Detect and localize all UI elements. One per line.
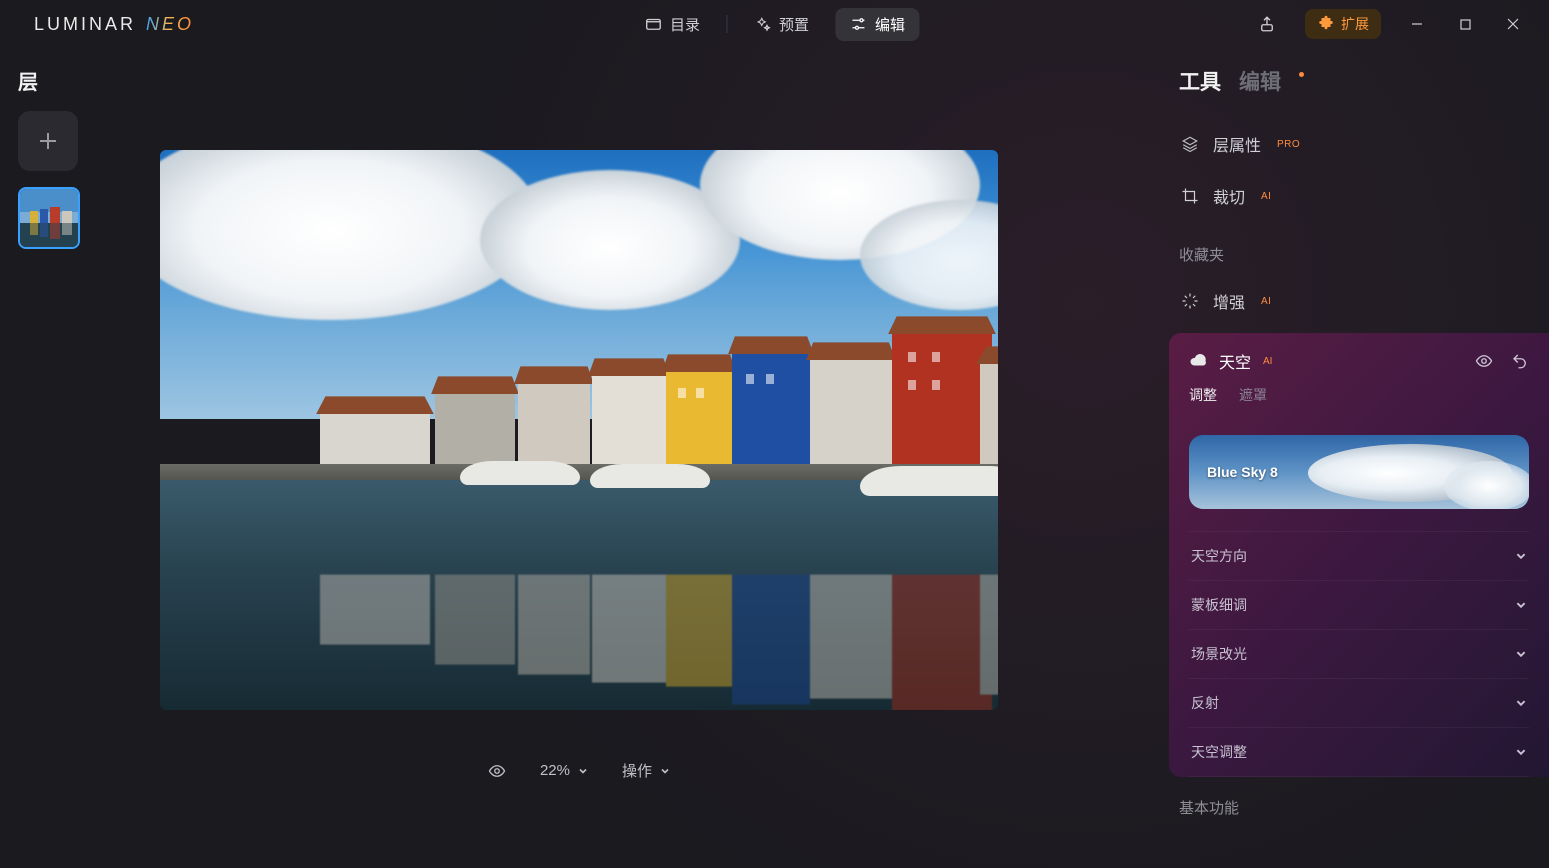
- window-controls: 扩展: [1245, 7, 1535, 41]
- close-icon: [1507, 18, 1519, 30]
- plus-icon: [36, 129, 60, 153]
- tool-enhance[interactable]: 增强 AI: [1179, 275, 1529, 327]
- tab-edit-label: 编辑: [875, 14, 905, 35]
- actions-label: 操作: [622, 760, 652, 781]
- crop-icon: [1181, 187, 1199, 205]
- tool-layer-properties[interactable]: 层属性 PRO: [1179, 118, 1529, 170]
- chevron-down-icon: [1515, 697, 1527, 709]
- tool-sky-label: 天空: [1219, 349, 1251, 373]
- maximize-button[interactable]: [1443, 7, 1487, 41]
- sky-acc-adjust-label: 天空调整: [1191, 742, 1247, 762]
- tool-enhance-label: 增强: [1213, 289, 1245, 313]
- panel-tabs: 工具 编辑: [1179, 66, 1529, 96]
- sky-acc-scene-label: 场景改光: [1191, 644, 1247, 664]
- share-button[interactable]: [1245, 7, 1289, 41]
- compare-toggle[interactable]: [488, 762, 506, 780]
- actions-dropdown[interactable]: 操作: [622, 760, 670, 781]
- chevron-down-icon: [1515, 550, 1527, 562]
- sky-subtab-mask[interactable]: 遮罩: [1239, 385, 1267, 405]
- tool-sky-header[interactable]: 天空 AI: [1189, 333, 1529, 385]
- tab-presets-label: 预置: [779, 14, 809, 35]
- sky-acc-mask-label: 蒙板细调: [1191, 595, 1247, 615]
- app-logo: LUMINAR NEO: [34, 14, 194, 35]
- tool-layer-properties-label: 层属性: [1213, 132, 1261, 156]
- sky-acc-reflection-label: 反射: [1191, 693, 1219, 713]
- cloud-icon: [1189, 352, 1207, 370]
- sliders-icon: [849, 15, 867, 33]
- sky-acc-scene[interactable]: 场景改光: [1189, 629, 1529, 678]
- tool-crop[interactable]: 裁切 AI: [1179, 170, 1529, 222]
- sky-preset-label: Blue Sky 8: [1207, 464, 1278, 480]
- layer-thumbnail[interactable]: [18, 187, 80, 249]
- chevron-down-icon: [1499, 465, 1513, 479]
- title-bar: LUMINAR NEO 目录 预置 编辑 扩展: [0, 0, 1549, 48]
- eye-icon[interactable]: [1475, 352, 1493, 370]
- sky-subtab-adjust[interactable]: 调整: [1189, 385, 1217, 405]
- ai-tag: AI: [1261, 296, 1271, 307]
- sky-acc-adjust[interactable]: 天空调整: [1189, 727, 1529, 777]
- layers-title: 层: [18, 66, 80, 95]
- layers-icon: [1181, 135, 1199, 153]
- chevron-down-icon: [1515, 648, 1527, 660]
- chevron-down-icon: [660, 766, 670, 776]
- favorites-section: 收藏夹: [1179, 244, 1529, 265]
- sky-acc-reflection[interactable]: 反射: [1189, 678, 1529, 727]
- chevron-down-icon: [578, 766, 588, 776]
- thumbnail-image: [20, 189, 80, 249]
- sky-acc-orientation-label: 天空方向: [1191, 546, 1247, 566]
- tools-panel: 工具 编辑 层属性 PRO 裁切 AI 收藏夹 增强 AI 天空 AI 调整 遮…: [1169, 54, 1549, 868]
- canvas[interactable]: [160, 150, 998, 710]
- extensions-button[interactable]: 扩展: [1305, 9, 1381, 39]
- sparkle-icon: [753, 15, 771, 33]
- layers-panel: 层: [0, 54, 98, 261]
- sky-acc-orientation[interactable]: 天空方向: [1189, 531, 1529, 580]
- zoom-value: 22%: [540, 762, 570, 779]
- maximize-icon: [1460, 19, 1471, 30]
- folder-icon: [644, 15, 662, 33]
- panel-tab-tools[interactable]: 工具: [1179, 66, 1221, 96]
- close-button[interactable]: [1491, 7, 1535, 41]
- sparkle-icon: [1181, 292, 1199, 310]
- photo-preview: [160, 150, 998, 710]
- minimize-button[interactable]: [1395, 7, 1439, 41]
- tab-edit[interactable]: 编辑: [835, 8, 919, 41]
- logo-sub: NEO: [146, 14, 194, 35]
- sky-acc-mask[interactable]: 蒙板细调: [1189, 580, 1529, 629]
- pro-tag: PRO: [1277, 139, 1300, 150]
- add-layer-button[interactable]: [18, 111, 78, 171]
- sky-preset-dropdown[interactable]: Blue Sky 8: [1189, 435, 1529, 509]
- undo-icon[interactable]: [1511, 352, 1529, 370]
- zoom-dropdown[interactable]: 22%: [540, 762, 588, 779]
- chevron-down-icon: [1515, 746, 1527, 758]
- mode-switcher: 目录 预置 编辑: [630, 8, 919, 41]
- minimize-icon: [1411, 18, 1423, 30]
- logo-brand: LUMINAR: [34, 14, 136, 35]
- tab-catalog[interactable]: 目录: [630, 8, 714, 41]
- share-icon: [1258, 15, 1276, 33]
- notification-dot: [1299, 72, 1304, 77]
- sky-subtabs: 调整 遮罩: [1189, 385, 1529, 419]
- canvas-footer: 22% 操作: [160, 760, 998, 781]
- tab-presets[interactable]: 预置: [739, 8, 823, 41]
- tab-catalog-label: 目录: [670, 14, 700, 35]
- tool-crop-label: 裁切: [1213, 184, 1245, 208]
- basic-section: 基本功能: [1179, 797, 1529, 818]
- extensions-label: 扩展: [1341, 14, 1369, 34]
- puzzle-icon: [1317, 15, 1335, 33]
- chevron-down-icon: [1515, 599, 1527, 611]
- eye-icon: [488, 762, 506, 780]
- tool-sky: 天空 AI 调整 遮罩 Blue Sky 8 天空方向 蒙板细调 场景改光 反射…: [1169, 333, 1549, 777]
- panel-tab-edit[interactable]: 编辑: [1239, 66, 1281, 96]
- separator: [726, 15, 727, 33]
- ai-tag: AI: [1263, 356, 1272, 367]
- ai-tag: AI: [1261, 191, 1271, 202]
